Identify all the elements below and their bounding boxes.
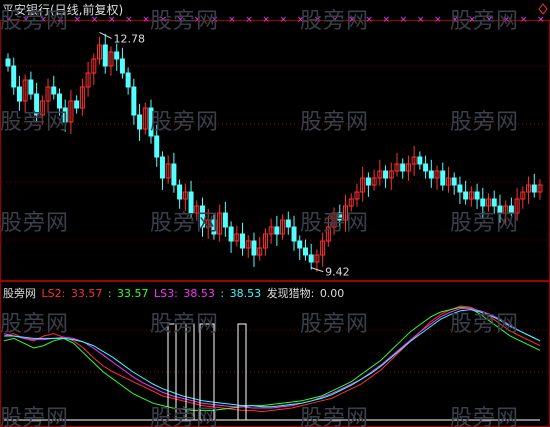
candle-body	[51, 86, 57, 95]
candle-body	[137, 114, 143, 130]
candle-body	[383, 170, 389, 179]
watermark: 股旁网	[0, 211, 70, 236]
hunt-value: 0.00	[319, 287, 345, 300]
candle-body	[302, 247, 308, 256]
candle-body	[428, 170, 434, 179]
hunt-label: 发现猎物:	[266, 287, 315, 300]
candle-body	[531, 184, 537, 193]
watermark: 股旁网	[300, 406, 370, 427]
watermark: 股旁网	[300, 312, 370, 337]
ls1-label: :	[107, 287, 112, 300]
candle-body	[463, 191, 469, 200]
ls2-value: 33.57	[70, 287, 103, 300]
candle-body	[131, 86, 137, 116]
watermark: 股旁网	[150, 312, 220, 337]
watermark: 股旁网	[300, 110, 370, 135]
ls2-label: LS2:	[41, 287, 66, 300]
watermark: 股旁网	[150, 406, 220, 427]
diamond-outline-icon	[538, 3, 548, 15]
candle-body	[159, 156, 165, 179]
signal-marker: ×	[142, 15, 150, 25]
candle-body	[285, 219, 291, 228]
candle-body	[297, 240, 303, 249]
signal-marker: ×	[434, 15, 442, 25]
candle-body	[291, 226, 297, 242]
indicator-legend: 股旁网 LS2: 33.57 : 33.57 LS3: 38.53 : 38.5…	[3, 285, 346, 301]
signal-marker: ×	[400, 15, 408, 25]
candle-body	[400, 163, 406, 172]
indicator-name: 股旁网	[3, 287, 36, 300]
candle-body	[308, 254, 314, 263]
ls3-label: LS3:	[154, 287, 178, 300]
ls4-label: :	[220, 287, 225, 300]
candle-body	[102, 44, 108, 67]
watermark: 股旁网	[450, 110, 520, 135]
watermark: 股旁网	[150, 110, 220, 135]
price-panel-frame	[0, 20, 550, 281]
candle-body	[11, 65, 17, 88]
signal-marker: ×	[417, 15, 425, 25]
watermark: 股旁网	[150, 211, 220, 236]
candle-body	[177, 184, 183, 200]
watermark: 股旁网	[0, 312, 70, 337]
candle-body	[457, 184, 463, 193]
watermark: 股旁网	[450, 211, 520, 236]
watermark: 股旁网	[0, 9, 70, 34]
candle-body	[451, 177, 457, 186]
candle-body	[5, 58, 11, 67]
signal-marker: ×	[262, 15, 270, 25]
candle-body	[228, 226, 234, 242]
candle-body	[274, 226, 280, 235]
candle-body	[125, 72, 131, 88]
candle-body	[28, 79, 34, 95]
candle-body	[251, 240, 257, 256]
candle-body	[222, 212, 228, 228]
watermark: 股旁网	[0, 406, 70, 427]
candle-body	[154, 135, 160, 158]
ls4-value: 38.53	[229, 287, 262, 300]
watermark: 股旁网	[150, 9, 220, 34]
candle-body	[365, 177, 371, 186]
price-low-label: 9.42	[325, 266, 350, 279]
watermark: 股旁网	[300, 9, 370, 34]
watermark: 股旁网	[300, 211, 370, 236]
candle-body	[423, 163, 429, 172]
watermark: 股旁网	[450, 312, 520, 337]
chart-window: 12.78 9.42 × × × × × × × × × × × × × × × × × × × × × × × × × × × × × × ×…	[0, 0, 550, 427]
watermark: 股旁网	[450, 9, 520, 34]
signal-marker: ×	[520, 15, 528, 25]
watermark: 股旁网	[0, 110, 70, 135]
price-high-label: 12.78	[114, 32, 146, 45]
candle-body	[114, 51, 120, 60]
signal-marker: ×	[245, 15, 253, 25]
candle-body	[417, 156, 423, 165]
candle-body	[74, 100, 80, 109]
signal-marker: ×	[125, 15, 133, 25]
candle-body	[474, 191, 480, 200]
signal-marker: ×	[280, 15, 288, 25]
signal-marker: ×	[383, 15, 391, 25]
ls3-value: 38.53	[183, 287, 215, 300]
candle-body	[171, 163, 177, 186]
candle-body	[16, 86, 22, 102]
watermark: 股旁网	[450, 406, 520, 427]
candle-body	[440, 170, 446, 186]
signal-marker: ×	[537, 15, 545, 25]
candle-body	[240, 233, 246, 249]
candle-body	[119, 58, 125, 74]
signal-marker: ×	[228, 15, 236, 25]
ls1-value: 33.57	[117, 287, 149, 300]
